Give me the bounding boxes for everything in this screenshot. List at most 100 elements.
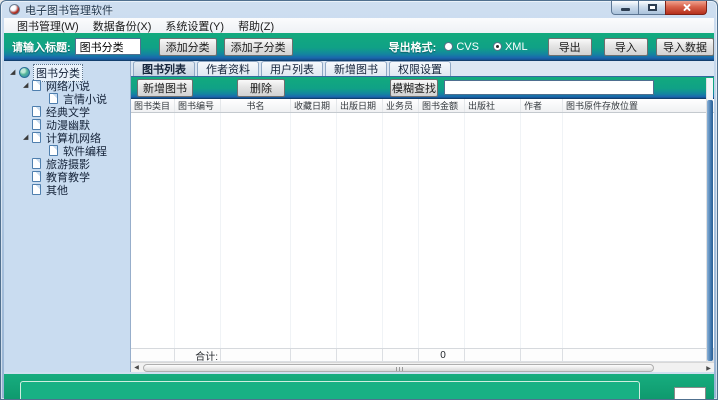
title-input-label: 请输入标题:: [12, 39, 71, 55]
radio-cvs-circle-icon: [444, 42, 453, 51]
expand-arrow-icon[interactable]: ◢: [10, 69, 19, 76]
tab-user-list[interactable]: 用户列表: [261, 61, 323, 76]
window-title: 电子图书管理软件: [25, 2, 113, 18]
minimize-icon: [621, 8, 630, 11]
column-header[interactable]: 书名: [221, 99, 291, 112]
column-header[interactable]: 收藏日期: [291, 99, 337, 112]
table-column: [291, 113, 337, 348]
vertical-scrollbar-thumb[interactable]: [707, 100, 713, 361]
column-header[interactable]: 图书类目: [131, 99, 175, 112]
main-area: ◢ 图书分类 ◢ 网络小说 言情小说 经典文: [4, 61, 714, 374]
table-column: [175, 113, 221, 348]
screenshot: 电子图书管理软件 图书管理(W) 数据备份(X) 系统设置(Y) 帮助(Z) 请…: [0, 0, 718, 400]
summary-cell: [221, 349, 291, 362]
radio-xml-label: XML: [505, 41, 528, 53]
menu-data-backup[interactable]: 数据备份(X): [86, 18, 159, 34]
table-column: [131, 113, 175, 348]
title-bar: 电子图书管理软件: [1, 1, 717, 18]
toolbar: 请输入标题: 添加分类 添加子分类 导出格式: CVS XML 导出 导入 导入…: [4, 33, 714, 61]
minimize-button[interactable]: [611, 1, 639, 15]
expand-arrow-icon[interactable]: ◢: [23, 82, 32, 89]
table-column: [465, 113, 521, 348]
horizontal-scrollbar[interactable]: ◀ ▶: [131, 362, 714, 372]
document-icon: [32, 132, 41, 143]
export-format-label: 导出格式:: [389, 39, 437, 55]
fuzzy-search-button[interactable]: 模糊查找: [390, 79, 438, 97]
menu-book-management[interactable]: 图书管理(W): [10, 18, 86, 34]
radio-xml-circle-icon: [493, 42, 502, 51]
summary-cell: [383, 349, 419, 362]
menu-help[interactable]: 帮助(Z): [231, 18, 281, 34]
column-header[interactable]: 图书编号: [175, 99, 221, 112]
add-subcategory-button[interactable]: 添加子分类: [224, 38, 293, 56]
document-icon: [32, 184, 41, 195]
import-button[interactable]: 导入: [604, 38, 648, 56]
document-icon: [32, 80, 41, 91]
category-title-input[interactable]: [75, 38, 141, 55]
maximize-button[interactable]: [639, 1, 665, 15]
summary-cell: [465, 349, 521, 362]
app-window: 电子图书管理软件 图书管理(W) 数据备份(X) 系统设置(Y) 帮助(Z) 请…: [0, 0, 718, 400]
table-column: [563, 113, 714, 348]
window-controls: [611, 1, 707, 15]
column-header[interactable]: 业务员: [383, 99, 419, 112]
vertical-scrollbar[interactable]: [706, 78, 713, 361]
table-column: [521, 113, 563, 348]
menu-bar: 图书管理(W) 数据备份(X) 系统设置(Y) 帮助(Z): [4, 18, 714, 33]
scroll-right-icon[interactable]: ▶: [703, 363, 714, 373]
tab-add-book[interactable]: 新增图书: [325, 61, 387, 76]
radio-cvs-label: CVS: [456, 41, 479, 53]
table-body: [131, 113, 714, 348]
tree-item-other[interactable]: 其他: [4, 183, 130, 196]
client-area: 图书管理(W) 数据备份(X) 系统设置(Y) 帮助(Z) 请输入标题: 添加分…: [4, 18, 714, 399]
summary-total: 0: [419, 349, 465, 362]
table-column: [221, 113, 291, 348]
tab-permission-settings[interactable]: 权限设置: [389, 61, 451, 76]
document-icon: [32, 171, 41, 182]
menu-system-settings[interactable]: 系统设置(Y): [158, 18, 231, 34]
column-header[interactable]: 作者: [521, 99, 563, 112]
table-column: [419, 113, 465, 348]
column-header[interactable]: 出版社: [465, 99, 521, 112]
close-button[interactable]: [665, 1, 707, 15]
add-category-button[interactable]: 添加分类: [159, 38, 217, 56]
bottom-right-button[interactable]: [674, 387, 706, 399]
action-bar: 新增图书 删除 模糊查找: [131, 77, 714, 99]
search-input[interactable]: [444, 80, 654, 95]
tab-strip: 图书列表 作者资料 用户列表 新增图书 权限设置: [131, 61, 714, 77]
scrollbar-grip-icon: [396, 367, 403, 371]
status-panel: [20, 381, 640, 399]
tab-book-list[interactable]: 图书列表: [133, 61, 195, 76]
document-icon: [32, 106, 41, 117]
column-header[interactable]: 图书原件存放位置: [563, 99, 714, 112]
export-button[interactable]: 导出: [548, 38, 592, 56]
add-book-button[interactable]: 新增图书: [137, 79, 193, 97]
summary-cell: [337, 349, 383, 362]
summary-row: 合计: 0: [131, 348, 714, 362]
app-logo-icon: [9, 4, 20, 15]
import-data-button[interactable]: 导入数据: [656, 38, 714, 56]
document-icon: [32, 158, 41, 169]
delete-button[interactable]: 删除: [237, 79, 285, 97]
summary-label: 合计:: [175, 349, 221, 362]
content-area: 图书列表 作者资料 用户列表 新增图书 权限设置 新增图书 删除 模糊查找: [131, 61, 714, 372]
radio-cvs[interactable]: CVS: [444, 41, 479, 53]
category-tree: ◢ 图书分类 ◢ 网络小说 言情小说 经典文: [4, 61, 131, 372]
expand-arrow-icon[interactable]: ◢: [23, 134, 32, 141]
table-column: [383, 113, 419, 348]
tab-author-info[interactable]: 作者资料: [197, 61, 259, 76]
status-bar: [4, 374, 714, 399]
column-header[interactable]: 图书金额: [419, 99, 465, 112]
column-header[interactable]: 出版日期: [337, 99, 383, 112]
document-icon: [49, 145, 58, 156]
table-header: 图书类目 图书编号 书名 收藏日期 出版日期 业务员 图书金额 出版社 作者 图…: [131, 99, 714, 113]
maximize-icon: [648, 4, 657, 11]
document-icon: [32, 119, 41, 130]
table-column: [337, 113, 383, 348]
document-icon: [49, 93, 58, 104]
summary-cell: [131, 349, 175, 362]
radio-xml[interactable]: XML: [493, 41, 528, 53]
scroll-left-icon[interactable]: ◀: [131, 363, 142, 373]
scrollbar-thumb[interactable]: [143, 364, 654, 372]
summary-cell: [521, 349, 563, 362]
